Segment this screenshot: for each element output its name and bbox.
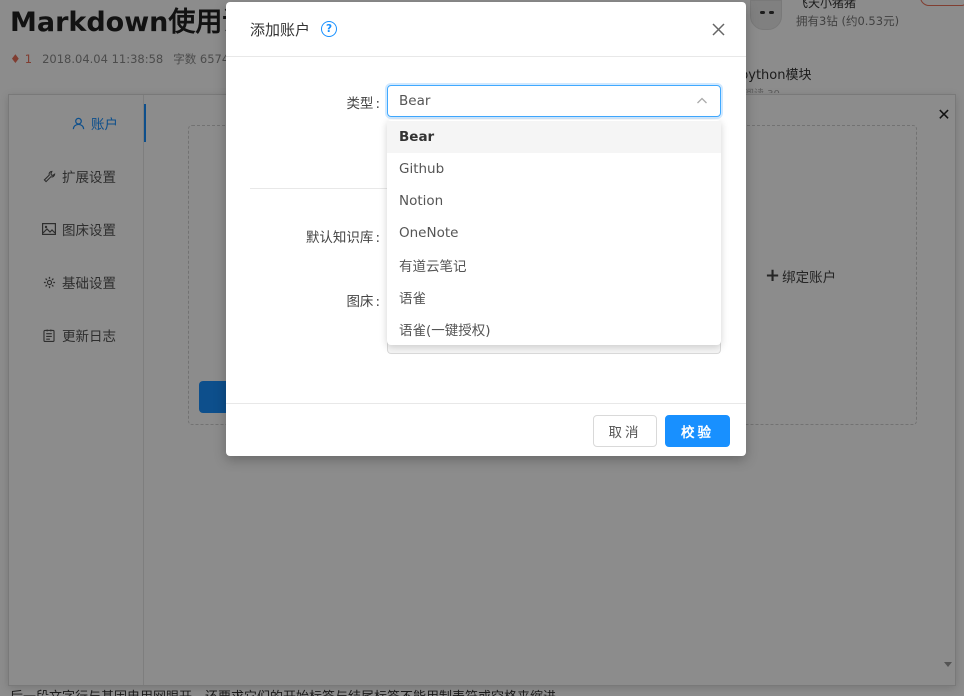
close-icon[interactable] <box>710 21 726 37</box>
option-bear[interactable]: Bear <box>387 121 721 153</box>
chevron-up-icon <box>696 95 708 107</box>
dialog-footer: 取消 校验 <box>226 403 746 456</box>
image-host-label: 图床: <box>346 294 380 310</box>
default-repo-label: 默认知识库: <box>305 230 380 246</box>
type-select[interactable]: Bear <box>387 85 721 117</box>
option-notion[interactable]: Notion <box>387 185 721 217</box>
form-divider <box>250 188 390 189</box>
type-dropdown-menu: Bear Github Notion OneNote 有道云笔记 语雀 语雀(一… <box>387 120 721 345</box>
type-label: 类型: <box>346 96 380 112</box>
option-github[interactable]: Github <box>387 153 721 185</box>
cancel-button[interactable]: 取消 <box>593 415 657 447</box>
help-icon[interactable]: ? <box>321 21 338 37</box>
option-yuque-oauth[interactable]: 语雀(一键授权) <box>387 313 721 345</box>
dialog-title: 添加账户 <box>250 20 311 39</box>
option-onenote[interactable]: OneNote <box>387 217 721 249</box>
option-youdao-note[interactable]: 有道云笔记 <box>387 249 721 281</box>
type-select-value: Bear <box>399 93 431 109</box>
option-yuque[interactable]: 语雀 <box>387 281 721 313</box>
verify-button[interactable]: 校验 <box>665 415 730 447</box>
dialog-header: 添加账户 ? <box>226 2 746 57</box>
